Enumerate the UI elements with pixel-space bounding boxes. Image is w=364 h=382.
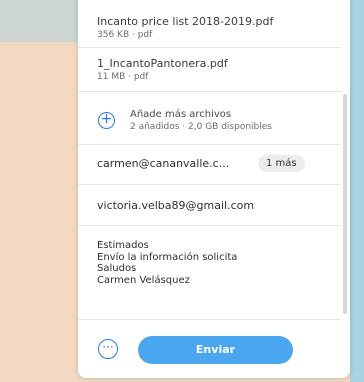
message-line: Envío la información solicita	[97, 251, 238, 263]
message-body[interactable]: Estimados Envío la información solicita …	[97, 240, 237, 286]
file-meta: 11 MB · pdf	[97, 72, 149, 82]
recipient-email[interactable]: carmen@cananvalle.c...	[97, 157, 229, 170]
background-right	[350, 0, 364, 382]
sender-email[interactable]: victoria.velba89@gmail.com	[97, 199, 254, 212]
add-files-subtitle: 2 añadidos · 2,0 GB disponibles	[130, 122, 272, 132]
scrollbar-thumb[interactable]	[343, 94, 347, 314]
file-item[interactable]: 1_IncantoPantonera.pdf 11 MB · pdf	[78, 48, 338, 88]
transfer-panel: Incanto price list 2018-2019.pdf 356 KB …	[78, 0, 350, 378]
add-files-title: Añade más archivos	[130, 109, 232, 120]
divider	[78, 184, 340, 185]
plus-circle-icon[interactable]: +	[98, 112, 115, 129]
file-name: Incanto price list 2018-2019.pdf	[97, 15, 274, 28]
file-name: 1_IncantoPantonera.pdf	[97, 57, 228, 70]
divider	[78, 225, 340, 226]
message-line: Estimados	[97, 240, 149, 251]
send-button[interactable]: Enviar	[138, 336, 293, 364]
file-meta: 356 KB · pdf	[97, 30, 153, 40]
message-line: Carmen Velásquez	[97, 274, 190, 286]
divider	[78, 319, 340, 320]
ellipsis-icon[interactable]: ···	[98, 339, 118, 359]
file-item[interactable]: Incanto price list 2018-2019.pdf 356 KB …	[78, 8, 338, 44]
divider	[78, 144, 340, 145]
more-recipients-chip[interactable]: 1 más	[258, 155, 305, 172]
message-line: Saludos	[97, 263, 137, 274]
